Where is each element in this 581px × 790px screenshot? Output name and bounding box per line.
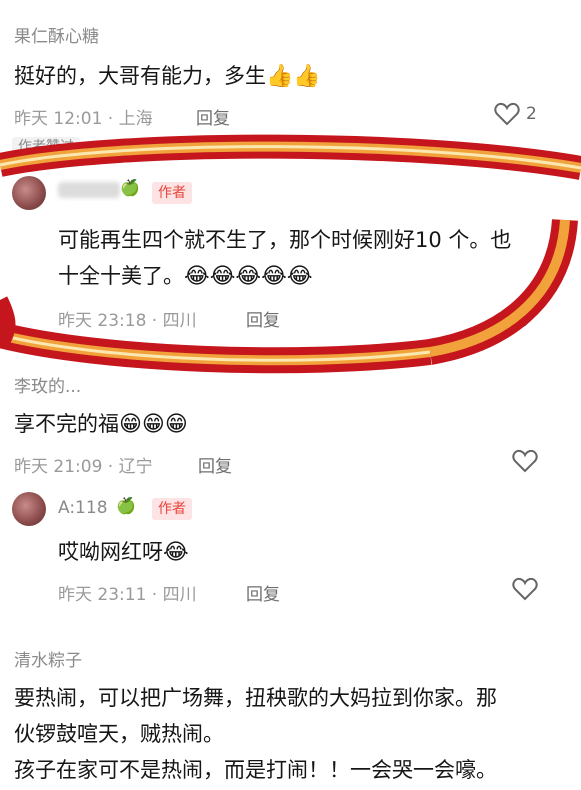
- comment-username[interactable]: 李玫的...: [14, 372, 81, 397]
- comment-username[interactable]: 果仁酥心糖: [14, 22, 99, 47]
- comment-username[interactable]: 清水粽子: [14, 646, 82, 671]
- comment-text-line: 可能再生四个就不生了，那个时候刚好10 个。也: [58, 228, 512, 252]
- like-count: 2: [526, 104, 537, 124]
- heart-outline-icon[interactable]: [512, 449, 538, 473]
- comment-text-content: 挺好的，大哥有能力，多生: [14, 64, 266, 88]
- comment-text-line: 要热闹，可以把广场舞，扭秧歌的大妈拉到你家。那: [14, 686, 497, 710]
- comment-time: 昨天 21:09 · 辽宁: [14, 457, 153, 477]
- comment-time: 昨天 23:18 · 四川: [58, 311, 197, 331]
- avatar[interactable]: [12, 492, 46, 526]
- author-badge: 作者: [152, 182, 192, 204]
- comment-username[interactable]: A:118: [58, 498, 108, 518]
- author-liked-tag: 作者赞过: [12, 137, 80, 157]
- comment-time: 昨天 23:11 · 四川: [58, 585, 197, 605]
- comment-time: 昨天 12:01 · 上海: [14, 109, 153, 129]
- comment-text: 哎呦网红呀😂: [58, 536, 189, 566]
- reply-button[interactable]: 回复: [198, 452, 232, 477]
- grinning-sweat-emoji: 😁😁😁: [119, 412, 188, 437]
- comment-text-content: 十全十美了。: [58, 264, 184, 288]
- green-apple-icon: 🍏: [116, 496, 136, 515]
- comment-text: 挺好的，大哥有能力，多生👍👍: [14, 60, 321, 90]
- comment-text-content: 享不完的福: [14, 412, 119, 436]
- username-blurred: [58, 182, 120, 198]
- heart-outline-icon[interactable]: [512, 577, 538, 601]
- heart-outline-icon[interactable]: [494, 102, 520, 126]
- laughing-crying-emoji: 😂: [163, 540, 189, 565]
- comment-text-line: 伙锣鼓喧天，贼热闹。: [14, 722, 224, 746]
- green-apple-icon: 🍏: [120, 178, 140, 197]
- comment-text-content: 哎呦网红呀: [58, 540, 163, 564]
- heart-outline-icon[interactable]: [512, 303, 538, 327]
- thumbs-up-emoji: 👍👍: [266, 64, 321, 89]
- reply-button[interactable]: 回复: [246, 580, 280, 605]
- laughing-crying-emoji: 😂😂😂😂😂: [184, 264, 313, 289]
- comment-text: 享不完的福😁😁😁: [14, 408, 188, 438]
- reply-button[interactable]: 回复: [196, 104, 230, 129]
- author-badge: 作者: [152, 498, 192, 520]
- reply-button[interactable]: 回复: [246, 306, 280, 331]
- comment-text-line: 十全十美了。😂😂😂😂😂: [58, 260, 313, 290]
- comment-text-line: 孩子在家可不是热闹，而是打闹！！一会哭一会嚎。: [14, 758, 497, 782]
- avatar[interactable]: [12, 176, 46, 210]
